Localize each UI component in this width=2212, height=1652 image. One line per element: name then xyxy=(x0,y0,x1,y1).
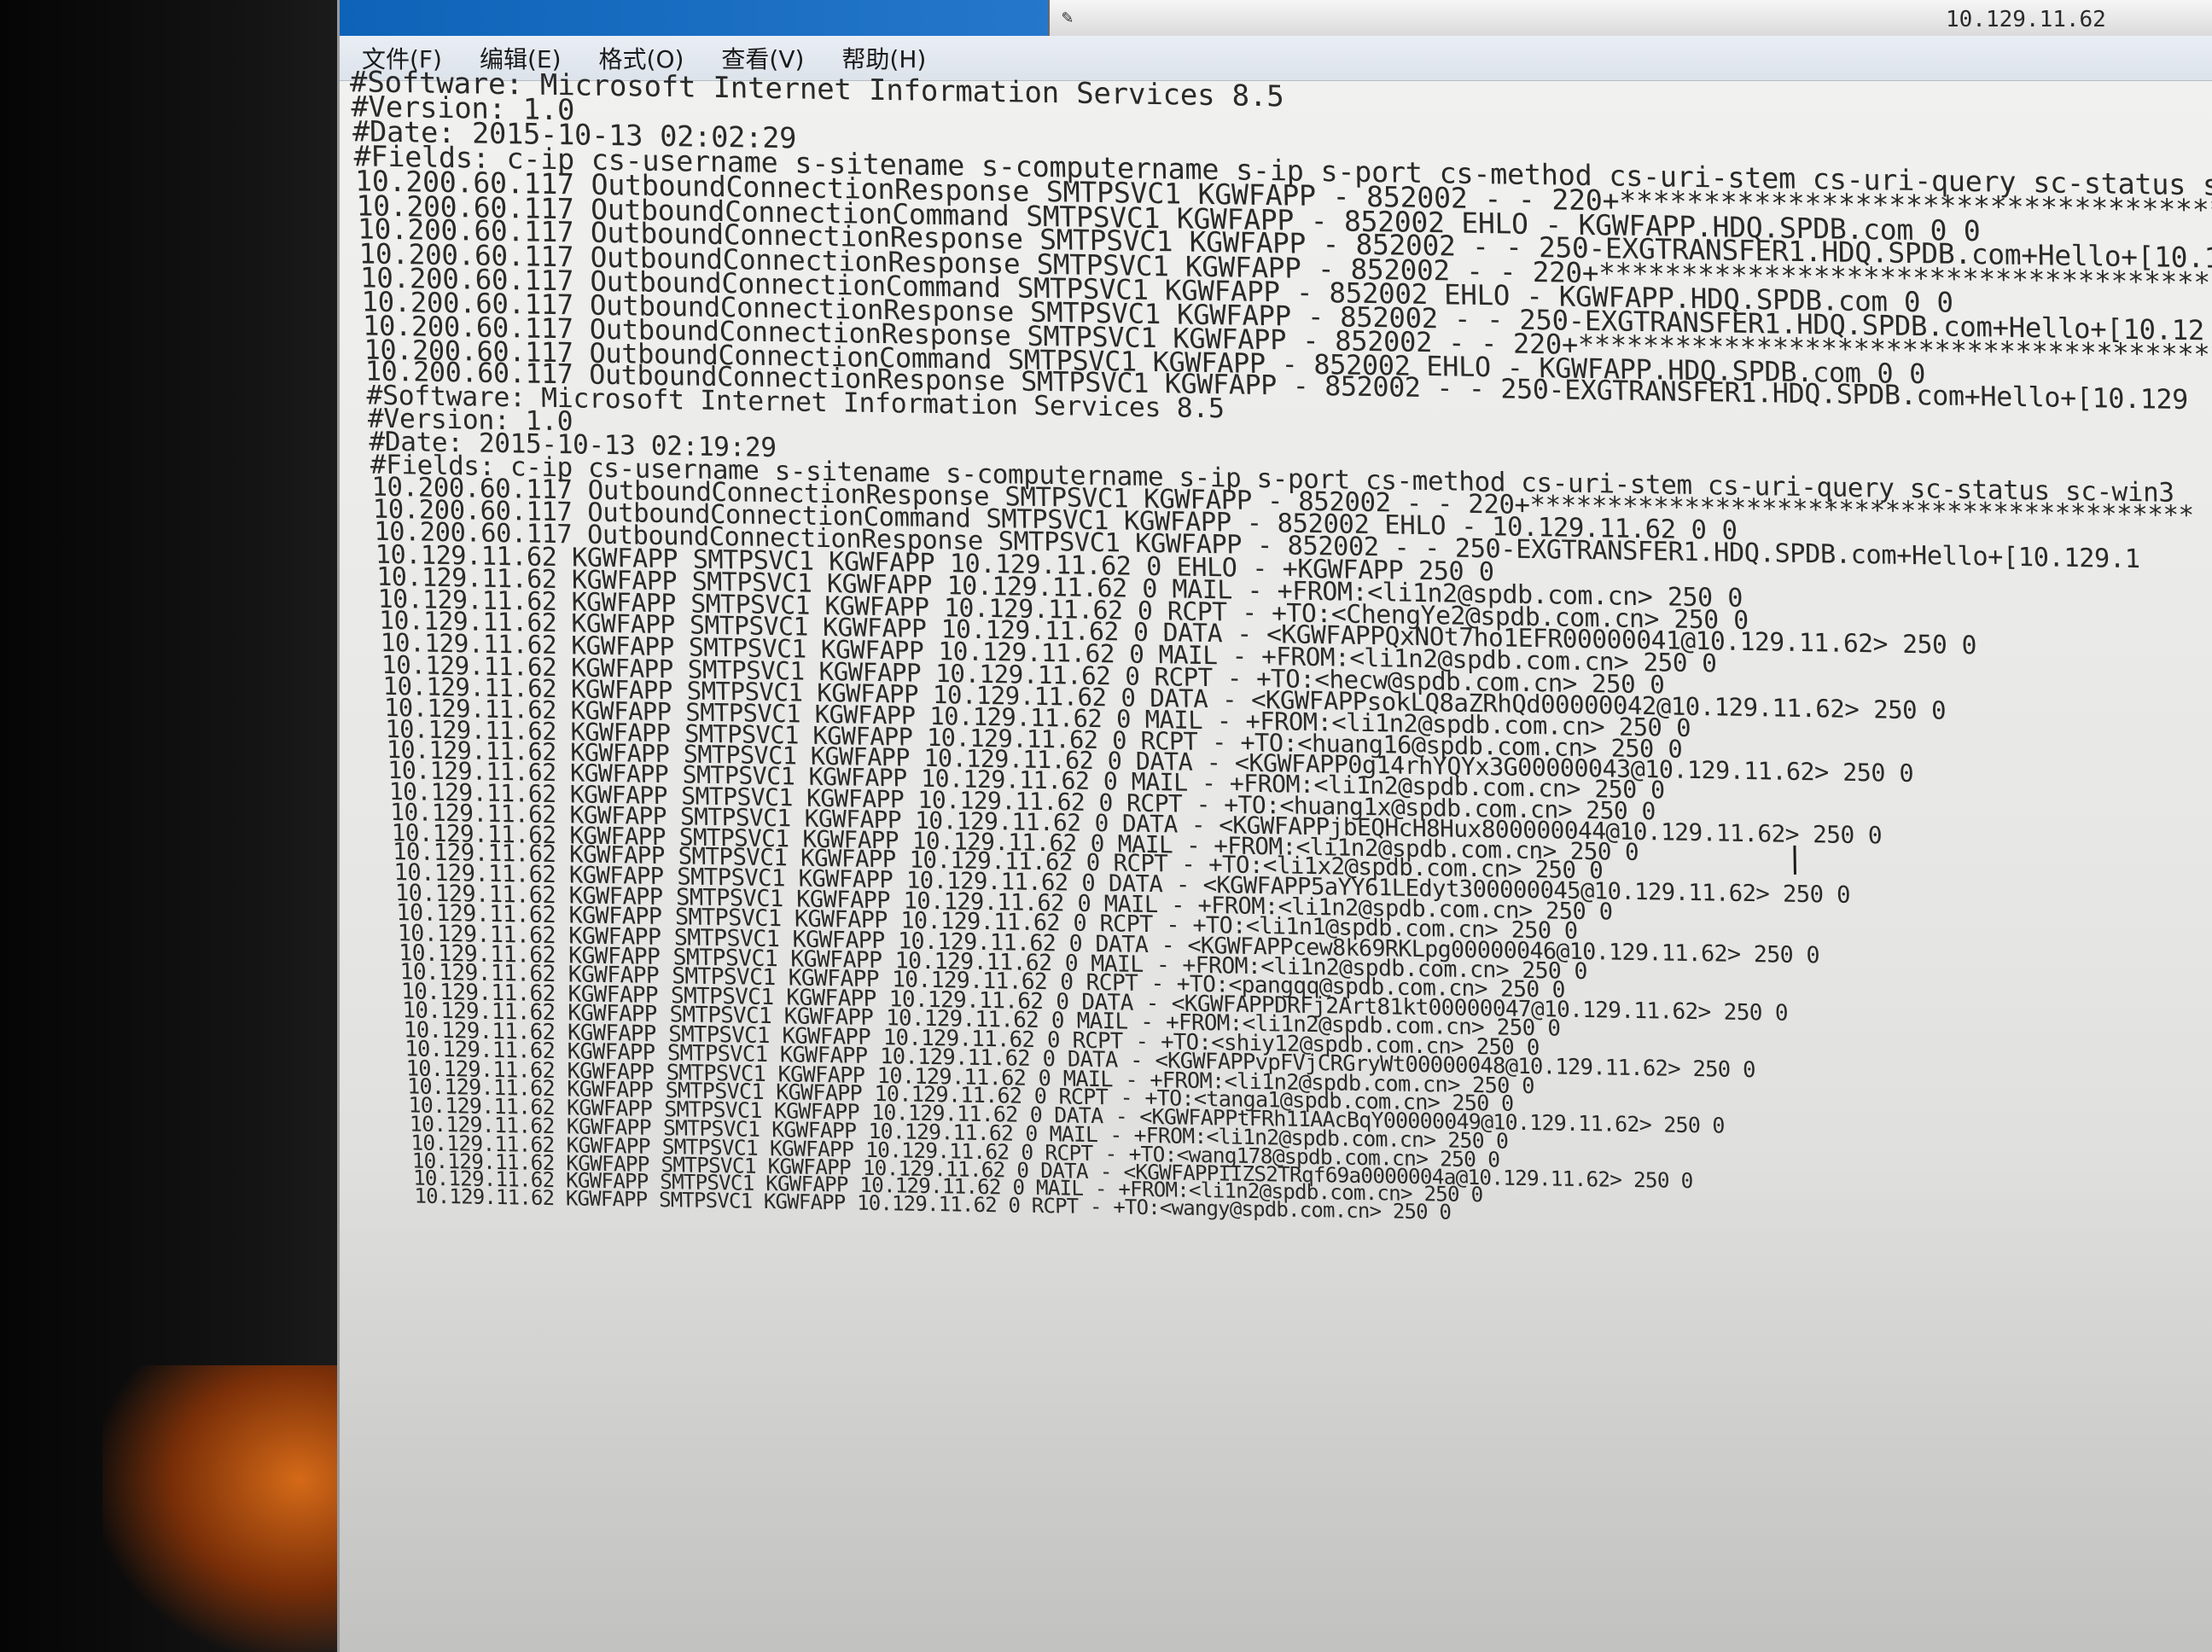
notepad-window: ✎ 10.129.11.62 文件(F) 编辑(E) 格式(O) 查看(V) 帮… xyxy=(337,0,2212,1652)
taskbar-item[interactable]: ✎ 10.129.11.62 xyxy=(1048,0,2212,36)
host-label: 10.129.11.62 xyxy=(1946,7,2106,32)
photo-stage: ✎ 10.129.11.62 文件(F) 编辑(E) 格式(O) 查看(V) 帮… xyxy=(0,0,2212,1652)
menu-help[interactable]: 帮助(H) xyxy=(826,41,941,75)
text-cursor xyxy=(1793,845,1796,875)
title-bar: ✎ 10.129.11.62 xyxy=(340,0,2212,36)
menu-view[interactable]: 查看(V) xyxy=(706,41,819,75)
text-editor[interactable]: #Software: Microsoft Internet Informatio… xyxy=(340,65,2212,1652)
notepad-icon: ✎ xyxy=(1062,7,1074,28)
